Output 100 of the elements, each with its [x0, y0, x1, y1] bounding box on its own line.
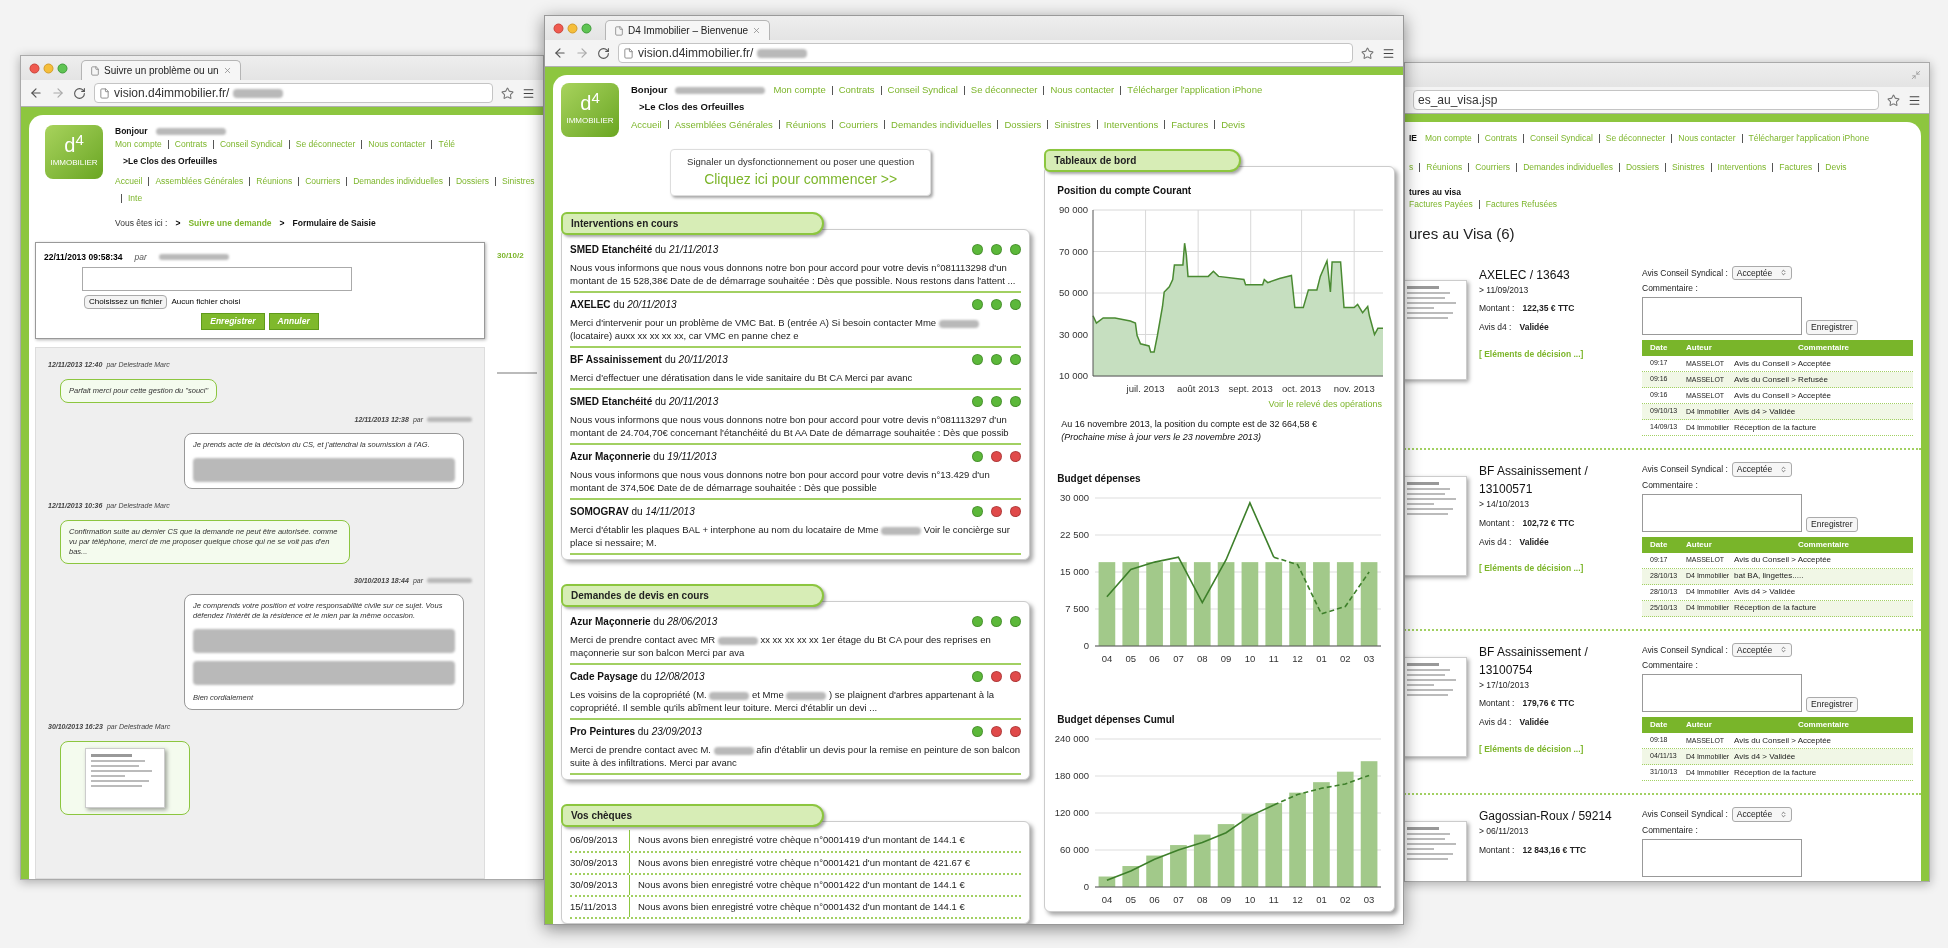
nav-link[interactable]: Devis [1825, 160, 1847, 174]
document-thumbnail[interactable] [1405, 279, 1467, 380]
nav-link[interactable]: Factures [1779, 160, 1813, 174]
nav-link[interactable]: Se déconnecter [295, 137, 356, 151]
menu-icon[interactable] [522, 86, 535, 100]
save-button[interactable]: Enregistrer [1806, 320, 1858, 335]
nav-link[interactable]: Réunions [785, 117, 826, 132]
close-icon[interactable] [222, 66, 232, 75]
nav-link[interactable]: Se déconnecter [1605, 132, 1666, 145]
nav-link[interactable]: Conseil Syndical [887, 83, 958, 98]
nav-link[interactable]: Réunions [256, 175, 293, 188]
document-thumbnail[interactable] [1405, 476, 1467, 576]
nav-link[interactable]: Courriers [305, 175, 341, 188]
form-button[interactable]: Enregistrer [201, 313, 265, 330]
nav-link[interactable]: s [1409, 160, 1414, 174]
comment-input[interactable] [1642, 838, 1802, 877]
comment-input[interactable] [1642, 493, 1802, 532]
nav-link[interactable]: Se déconnecter [970, 83, 1038, 98]
nav-link[interactable]: Dossiers [455, 175, 489, 188]
resize-icon[interactable] [1911, 70, 1921, 80]
decision-link[interactable]: [ Eléments de décision ...] [1479, 742, 1642, 756]
nav-link[interactable]: Télécharger l'application iPhone [1748, 132, 1870, 145]
table-cell-text: Avis du Conseil > Acceptée [1734, 357, 1833, 370]
decision-link[interactable]: [ Eléments de décision ...] [1479, 562, 1642, 575]
nav-link[interactable]: Courriers [839, 117, 879, 132]
nav-link[interactable]: Sinistres [1671, 160, 1705, 174]
document-thumbnail[interactable] [85, 747, 165, 808]
logo[interactable]: d$^{4}$ IMMOBILIER [45, 125, 103, 179]
nav-link[interactable]: Courriers [1475, 160, 1511, 174]
question-banner[interactable]: Signaler un dysfonctionnement ou poser une question Cliquez ici pour commencer >> [670, 149, 932, 197]
comment-input[interactable] [1642, 297, 1802, 335]
nav-link[interactable]: Demandes individuelles [1523, 160, 1613, 174]
nav-link[interactable]: Sinistres [502, 175, 535, 188]
nav-link[interactable]: Dossiers [1004, 117, 1042, 132]
nav-link[interactable]: Interventions [1717, 160, 1767, 174]
reload-icon[interactable] [73, 86, 86, 100]
nav-link[interactable]: Contrats [1484, 132, 1517, 145]
nav-link[interactable]: Sinistres [1054, 117, 1091, 132]
nav-link[interactable]: Mon compte [773, 83, 826, 98]
nav-link[interactable]: Factures Refusées [1485, 198, 1558, 211]
nav-link[interactable]: Inte [128, 192, 143, 205]
start-link[interactable]: Cliquez ici pour commencer >> [704, 169, 898, 191]
nav-link[interactable]: Accueil [631, 117, 662, 132]
reload-icon[interactable] [597, 46, 610, 60]
back-icon[interactable] [29, 86, 43, 100]
council-select[interactable]: Acceptée [1731, 807, 1793, 822]
nav-link[interactable]: Dossiers [1625, 160, 1659, 174]
breadcrumb-link[interactable]: Suivre une demande [188, 216, 272, 230]
nav-link[interactable]: Conseil Syndical [219, 137, 283, 151]
comment-input[interactable] [1642, 674, 1802, 712]
statement-link[interactable]: Voir le relevé des opérations [1268, 398, 1382, 412]
nav-link[interactable]: Mon compte [1425, 132, 1472, 145]
document-thumbnail[interactable] [1405, 656, 1467, 757]
nav-link[interactable]: Assemblées Générales [155, 175, 244, 188]
menu-icon[interactable] [1382, 46, 1395, 60]
address-bar[interactable]: vision.d4immobilier.fr/ [94, 83, 493, 103]
bookmark-star-icon[interactable] [1887, 93, 1900, 107]
address-bar[interactable]: es_au_visa.jsp [1413, 90, 1879, 110]
bookmark-star-icon[interactable] [501, 86, 514, 100]
file-chooser-button[interactable]: Choisissez un fichier [84, 295, 168, 310]
nav-link[interactable]: Télé [438, 137, 455, 151]
save-button[interactable]: Enregistrer [1806, 697, 1858, 712]
browser-tab[interactable]: D4 Immobilier – Bienvenue [605, 20, 771, 40]
nav-link[interactable]: Factures [1171, 117, 1209, 132]
nav-link[interactable]: Interventions [1103, 117, 1159, 132]
menu-icon[interactable] [1908, 93, 1921, 107]
nav-link[interactable]: Contrats [838, 83, 875, 98]
nav-link[interactable]: Contrats [174, 137, 207, 151]
decision-link[interactable]: [ Eléments de décision ...] [1479, 347, 1642, 361]
nav-link[interactable]: Factures Payées [1409, 198, 1473, 211]
nav-link[interactable]: Nous contacter [368, 137, 426, 151]
address-bar[interactable]: vision.d4immobilier.fr/ [618, 43, 1353, 63]
nav-link[interactable]: Accueil [115, 175, 143, 188]
nav-link[interactable]: Conseil Syndical [1529, 132, 1593, 145]
nav-link[interactable]: Nous contacter [1678, 132, 1736, 145]
browser-tab[interactable]: Suivre un problème ou un [81, 60, 241, 80]
council-select[interactable]: Acceptée [1731, 642, 1793, 658]
nav-link[interactable]: Nous contacter [1050, 83, 1115, 98]
save-button[interactable]: Enregistrer [1806, 516, 1858, 532]
nav-link[interactable]: Mon compte [115, 137, 162, 151]
nav-link[interactable]: Devis [1221, 117, 1245, 132]
window-controls-icon[interactable] [553, 22, 593, 34]
council-select[interactable]: Acceptée [1731, 265, 1793, 281]
table-cell-text: Avis du Conseil > Refusée [1734, 373, 1829, 386]
message-input[interactable] [82, 267, 352, 292]
nav-link[interactable]: Demandes individuelles [891, 117, 992, 132]
nav-link[interactable]: Télécharger l'application iPhone [1127, 83, 1263, 98]
nav-link[interactable]: Demandes individuelles [353, 175, 443, 188]
nav-link[interactable]: Réunions [1426, 160, 1463, 174]
bookmark-star-icon[interactable] [1361, 46, 1374, 60]
blurred-text [233, 88, 284, 98]
forward-icon[interactable] [51, 86, 65, 100]
close-icon[interactable] [752, 26, 762, 35]
logo[interactable]: d$^{4}$ IMMOBILIER [561, 83, 619, 137]
window-controls-icon[interactable] [29, 62, 69, 74]
form-button[interactable]: Annuler [268, 313, 319, 330]
council-select[interactable]: Acceptée [1731, 462, 1793, 477]
back-icon[interactable] [553, 46, 567, 60]
nav-link[interactable]: Assemblées Générales [674, 117, 773, 132]
forward-icon[interactable] [575, 46, 589, 60]
